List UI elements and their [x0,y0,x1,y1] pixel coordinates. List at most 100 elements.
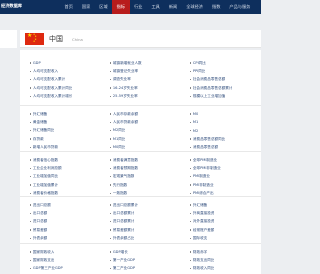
indicator-link[interactable]: GDP增长 [100,250,180,255]
nav-item[interactable]: 国家 [77,0,94,14]
indicator-link[interactable]: 外债余额 [20,236,100,241]
indicator-link[interactable]: 国家财政支出 [20,258,100,263]
indicator-link[interactable]: 外汇储备同比 [20,128,100,133]
nav-item[interactable]: 新闻 [164,0,181,14]
indicator-link[interactable]: 人民币存款余额 [100,112,180,117]
indicator-link[interactable]: 外债余额占比 [100,236,180,241]
indicator-link[interactable]: M0同比 [100,145,180,150]
indicator-link[interactable]: 人均可支配收入 [20,69,100,74]
indicator-link[interactable]: 黄金储备 [20,120,100,125]
indicator-link[interactable]: 财政支出同比 [180,258,260,263]
indicator-link[interactable]: PPI同比 [180,69,260,74]
indicator-link[interactable]: 经常账户差额 [180,228,260,233]
indicator-link[interactable]: GDP第三产业GDP [20,266,100,271]
indicator-link[interactable]: 工业增加值累计 [20,183,100,188]
bullet-icon [190,229,192,231]
indicator-label: 外汇储备 [32,111,48,116]
indicator-link[interactable]: 人均可支配收入累计 [20,77,100,82]
indicator-link[interactable]: 进出口总额 [20,203,100,208]
nav-item[interactable]: 首页 [60,0,77,14]
indicator-link[interactable]: 出口总额 [20,211,100,216]
indicator-link[interactable]: 对外直接投资 [180,219,260,224]
indicator-label: 外汇储备同比 [32,128,55,133]
indicator-link[interactable]: 城镇新增就业人数 [100,61,180,66]
indicator-link[interactable]: 财政收入同比 [180,266,260,271]
indicator-link[interactable]: 消费者预期指数 [100,166,180,171]
bullet-icon [110,167,112,170]
indicator-label: 第二产业GDP [112,266,135,271]
bullet-icon [30,121,32,124]
site-logo[interactable]: 经济数据库 [1,3,22,9]
nav-item[interactable]: 产品与服务 [225,0,255,14]
bullet-icon [190,167,192,170]
indicator-link[interactable]: 全球PMI非制造业 [180,166,260,171]
indicator-link[interactable]: 社会消费品零售总额 [180,77,260,82]
indicator-link[interactable]: 调查失业率 [100,77,180,82]
indicator-row: GDP 城镇新增就业人数 CPI同比 [20,59,261,67]
indicator-link[interactable]: 出口总额累计 [100,211,180,216]
nav-item[interactable]: 指标 [112,0,130,14]
indicator-link[interactable]: 25-59岁失业率 [100,94,180,99]
indicator-link[interactable]: 外汇储备 [180,203,260,208]
indicator-link[interactable]: M1同比 [100,137,180,142]
indicator-link[interactable]: 国家财政收入 [20,250,100,255]
indicator-link[interactable]: 16-24岁失业率 [100,86,180,91]
indicator-link[interactable]: 贸易差额累计 [100,228,180,233]
nav-item[interactable]: 行业 [130,0,147,14]
indicator-label: 25-59岁失业率 [112,93,138,98]
indicator-link[interactable]: 社会消费品零售总额累计 [180,86,260,91]
bullet-icon [110,176,112,178]
indicator-link[interactable]: 财政赤字 [180,250,260,255]
indicator-link[interactable]: M2 [180,129,260,133]
indicator-link[interactable]: 第一产业GDP [100,258,180,263]
indicator-link[interactable]: M1 [180,120,260,124]
indicator-link[interactable]: 宏观景气指数 [100,174,180,179]
nav-item[interactable]: 工具 [147,0,164,14]
indicator-label: M1 [192,120,199,125]
indicator-link[interactable]: 工业企业利润总额 [20,166,100,171]
indicator-link[interactable]: 贸易差额 [20,228,100,233]
bullet-icon [190,176,192,178]
indicator-link[interactable]: 存贷款 [20,137,100,142]
indicator-link[interactable]: 消费者信心指数 [20,158,100,163]
indicator-label: M1同比 [112,136,126,141]
bullet-icon [110,259,112,262]
indicator-link[interactable]: 进出口总额累计 [100,203,180,208]
indicator-link[interactable]: 人民币贷款余额 [100,120,180,125]
indicator-link[interactable]: 进口总额累计 [100,219,180,224]
indicator-label: 第一产业GDP [112,257,135,262]
indicator-link[interactable]: 消费品零售总额同比 [180,137,260,142]
indicator-link[interactable]: M0 [180,112,260,116]
indicator-label: M0同比 [112,144,126,149]
indicator-link[interactable]: 第二产业GDP [100,266,180,271]
indicator-label: 出口总额累计 [112,210,135,215]
indicator-link[interactable]: GDP [20,61,100,65]
indicator-link[interactable]: CPI同比 [180,61,260,66]
indicator-link[interactable]: 新增人民币贷款 [20,145,100,150]
indicator-section: 进出口总额 进出口总额累计 外汇储备出口总额 出口总额累计 外商直接投资进口总额 进口总额… [20,196,261,242]
indicator-link[interactable]: PMI制造业 [180,174,260,179]
indicator-link[interactable]: 国际收支 [180,236,260,241]
indicator-link[interactable]: PMI非制造业 [180,183,260,188]
indicator-link[interactable]: 消费品零售总额 [180,145,260,150]
nav-item[interactable]: 全球经济 [182,0,208,14]
bullet-icon [190,146,192,149]
indicator-link[interactable]: 人均可支配收入累计增长 [20,94,100,99]
bullet-icon [30,167,32,170]
indicator-link[interactable]: 规模以上工业增加值 [180,94,260,99]
nav-item[interactable]: 区域 [95,0,112,14]
indicator-link[interactable]: 外汇储备 [20,112,100,117]
indicator-link[interactable]: 全球PMI制造业 [180,158,260,163]
indicator-link[interactable]: 城镇登记失业率 [100,69,180,74]
bullet-icon [190,237,192,240]
nav-item[interactable]: 指数 [208,0,225,14]
indicator-link[interactable]: M2同比 [100,128,180,133]
indicator-row: 国家财政支出 第一产业GDP 财政支出同比 [20,256,261,264]
indicator-link[interactable]: 进口总额 [20,219,100,224]
indicator-link[interactable]: 工业增加值同比 [20,174,100,179]
indicator-link[interactable]: 消费者满意指数 [100,158,180,163]
indicator-row: 人均可支配收入 城镇登记失业率 PPI同比 [20,67,261,75]
indicator-link[interactable]: 先行指数 [100,183,180,188]
indicator-link[interactable]: 人均可支配收入累计同比 [20,86,100,91]
indicator-link[interactable]: 外商直接投资 [180,211,260,216]
